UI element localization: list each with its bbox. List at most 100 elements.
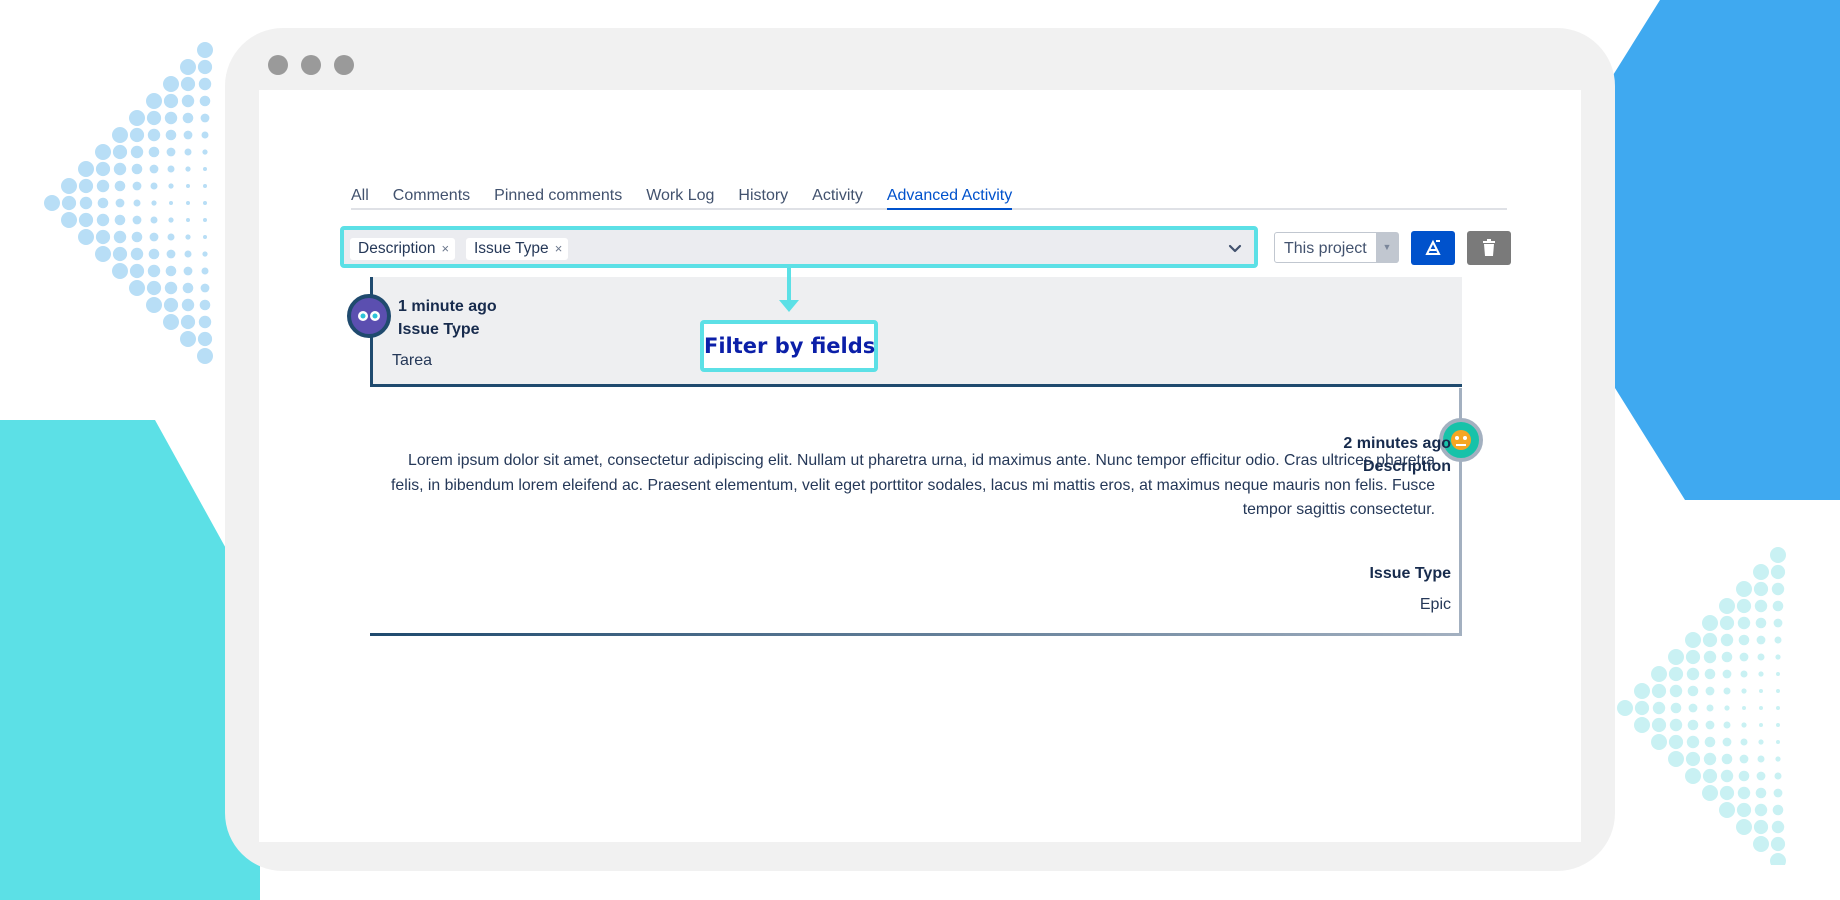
decor-dot bbox=[168, 217, 174, 223]
tab-work-log[interactable]: Work Log bbox=[646, 188, 726, 208]
decor-dot bbox=[1775, 654, 1781, 660]
decor-dot bbox=[1651, 683, 1667, 699]
decor-dot bbox=[1776, 706, 1780, 710]
decor-dot bbox=[1736, 581, 1752, 597]
tab-comments[interactable]: Comments bbox=[393, 188, 482, 208]
callout-arrow bbox=[779, 300, 799, 312]
tab-pinned-comments[interactable]: Pinned comments bbox=[494, 188, 634, 208]
decor-dot bbox=[164, 111, 178, 125]
delete-button[interactable] bbox=[1467, 231, 1511, 265]
decor-dot bbox=[1753, 581, 1769, 597]
decor-dot bbox=[184, 148, 192, 156]
decor-dot bbox=[203, 201, 207, 205]
decor-dot bbox=[1771, 820, 1785, 834]
decor-dot bbox=[146, 110, 162, 126]
clear-filter-button[interactable] bbox=[1411, 231, 1455, 265]
decor-dot bbox=[1737, 786, 1751, 800]
decor-dot bbox=[1741, 722, 1747, 728]
decor-dot bbox=[1669, 684, 1683, 698]
decor-dot bbox=[165, 265, 177, 277]
decor-dot bbox=[132, 181, 142, 191]
decor-dot bbox=[1754, 803, 1768, 817]
decor-dot bbox=[200, 283, 210, 293]
decor-dot bbox=[1702, 615, 1718, 631]
decor-dot bbox=[197, 59, 213, 75]
window-controls bbox=[268, 55, 354, 75]
activity-tabs: All Comments Pinned comments Work Log Hi… bbox=[351, 188, 1507, 210]
decor-dot bbox=[1721, 651, 1733, 663]
decor-dot bbox=[1753, 564, 1769, 580]
decor-dot bbox=[1685, 632, 1701, 648]
decor-dot bbox=[197, 348, 213, 364]
decor-dot bbox=[197, 331, 213, 347]
window-minimize-dot[interactable] bbox=[301, 55, 321, 75]
tab-all[interactable]: All bbox=[351, 188, 381, 208]
decor-dot bbox=[181, 298, 195, 312]
decor-dot bbox=[1723, 687, 1731, 695]
decor-dot bbox=[163, 314, 179, 330]
filter-chip-issue-type: Issue Type × bbox=[466, 238, 569, 260]
scope-select[interactable]: This project ▼ bbox=[1274, 232, 1399, 263]
decor-dot bbox=[1634, 683, 1650, 699]
decor-dot bbox=[1770, 836, 1786, 852]
decor-dot bbox=[1702, 632, 1718, 648]
decor-dot bbox=[1651, 666, 1667, 682]
chip-remove-icon[interactable]: × bbox=[555, 241, 563, 256]
tab-activity[interactable]: Activity bbox=[812, 188, 875, 208]
decor-dot bbox=[1723, 721, 1731, 729]
chip-remove-icon[interactable]: × bbox=[442, 241, 450, 256]
decor-dot bbox=[1758, 671, 1764, 677]
decor-dot bbox=[200, 113, 210, 123]
decor-dot bbox=[1776, 689, 1780, 693]
decor-dot bbox=[1704, 736, 1716, 748]
tab-advanced-activity[interactable]: Advanced Activity bbox=[886, 188, 1013, 210]
decor-dot bbox=[198, 77, 212, 91]
decor-dot bbox=[1703, 752, 1717, 766]
filter-chip-description: Description × bbox=[350, 238, 456, 260]
decor-dot bbox=[78, 161, 94, 177]
caret-down-icon: ▼ bbox=[1376, 233, 1398, 262]
decor-dot bbox=[1703, 650, 1717, 664]
callout-connector bbox=[787, 268, 791, 304]
decor-dot bbox=[1753, 836, 1769, 852]
decor-dot bbox=[1759, 706, 1763, 710]
decor-dot bbox=[1773, 788, 1783, 798]
decor-dot bbox=[167, 165, 175, 173]
decor-dot bbox=[203, 235, 207, 239]
window-maximize-dot[interactable] bbox=[334, 55, 354, 75]
decor-dot bbox=[78, 229, 94, 245]
app-window: All Comments Pinned comments Work Log Hi… bbox=[225, 28, 1615, 871]
decor-dot bbox=[78, 178, 94, 194]
decor-dot bbox=[1719, 802, 1735, 818]
decor-dot bbox=[113, 230, 127, 244]
decor-dot bbox=[150, 216, 158, 224]
window-close-dot[interactable] bbox=[268, 55, 288, 75]
decor-dot bbox=[1685, 768, 1701, 784]
decor-dot bbox=[199, 95, 211, 107]
decor-dot bbox=[79, 196, 93, 210]
decor-dot bbox=[1756, 635, 1766, 645]
decor-dot bbox=[1770, 564, 1786, 580]
decor-dot bbox=[130, 145, 144, 159]
decor-dot bbox=[201, 267, 209, 275]
decor-dot bbox=[1757, 653, 1765, 661]
decor-dot bbox=[1724, 705, 1730, 711]
decor-dot bbox=[129, 110, 145, 126]
decor-dot bbox=[146, 297, 162, 313]
decor-dot bbox=[1669, 718, 1683, 732]
tab-history[interactable]: History bbox=[738, 188, 800, 208]
decor-dot bbox=[129, 127, 145, 143]
decor-dot bbox=[112, 263, 128, 279]
decor-dot bbox=[1737, 616, 1751, 630]
field-filter-select[interactable]: Description × Issue Type × bbox=[340, 226, 1258, 268]
decor-dot bbox=[186, 184, 190, 188]
decor-dot bbox=[129, 280, 145, 296]
entry-field-name: Issue Type bbox=[1369, 565, 1451, 582]
decor-dot bbox=[149, 232, 159, 242]
decor-dot bbox=[150, 182, 158, 190]
decor-dot bbox=[1668, 649, 1684, 665]
decor-dot bbox=[184, 250, 192, 258]
decor-dot bbox=[203, 218, 207, 222]
chevron-down-icon[interactable] bbox=[1226, 239, 1244, 257]
decor-dot bbox=[1719, 615, 1735, 631]
